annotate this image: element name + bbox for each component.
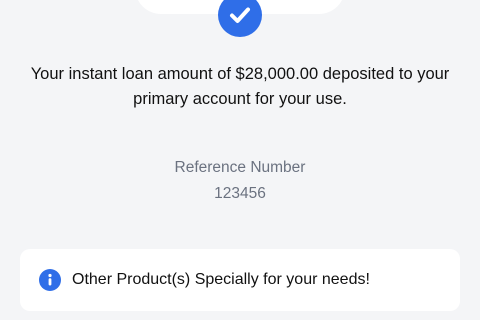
reference-label: Reference Number [174,159,306,176]
info-icon [39,269,61,291]
confirmation-message: Your instant loan amount of $28,000.00 d… [30,65,450,108]
reference-number: 123456 [214,185,266,202]
check-icon [218,0,262,37]
other-products-label: Other Product(s) Specially for your need… [72,271,370,288]
loan-success-screen: Your instant loan amount of $28,000.00 d… [0,0,480,320]
other-products-card[interactable]: Other Product(s) Specially for your need… [20,249,460,311]
